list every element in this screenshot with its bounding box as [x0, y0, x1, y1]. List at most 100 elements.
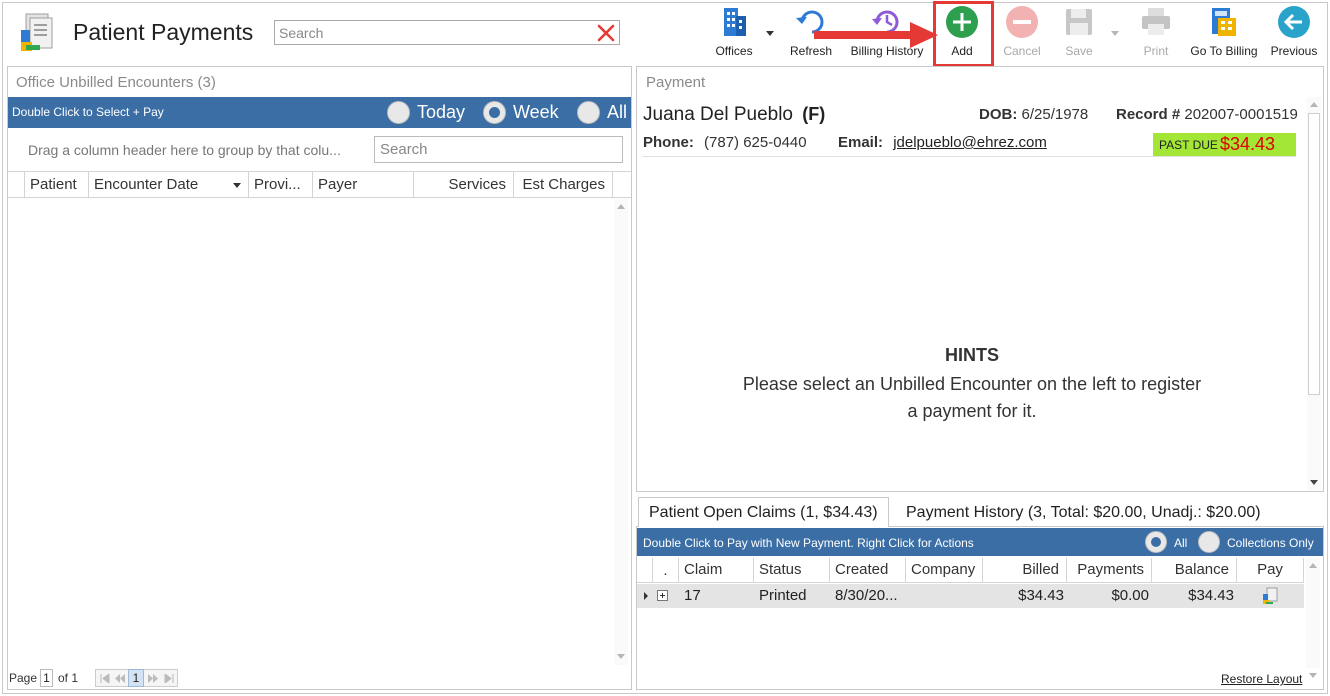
previous-label: Previous [1270, 44, 1318, 58]
col-payer[interactable]: Payer [313, 172, 414, 197]
past-due-label: PAST DUE [1159, 138, 1218, 152]
payment-scroll-up-icon[interactable] [1310, 102, 1318, 107]
payment-panel [636, 66, 1324, 492]
radio-all[interactable] [577, 101, 600, 124]
print-button[interactable]: Print [1134, 4, 1178, 60]
cell-created: 8/30/20... [835, 587, 898, 604]
page-title: Patient Payments [73, 19, 254, 45]
offices-button[interactable]: Offices [710, 4, 758, 60]
payment-scrollbar[interactable] [1307, 97, 1321, 490]
col-services[interactable]: Services [414, 172, 514, 197]
hints-title: HINTS [945, 345, 999, 365]
col-balance[interactable]: Balance [1152, 558, 1237, 582]
radio-all-label: All [607, 102, 628, 122]
col-est-charges[interactable]: Est Charges [514, 172, 613, 197]
past-due-amount: $34.43 [1220, 134, 1276, 154]
first-page-icon[interactable] [100, 674, 110, 683]
tab-patient-open-claims[interactable]: Patient Open Claims (1, $34.43) [638, 497, 889, 527]
printer-icon [1142, 8, 1170, 35]
payment-scroll-thumb[interactable] [1308, 113, 1320, 395]
prev-page-icon[interactable] [115, 674, 125, 683]
scroll-down-icon[interactable] [617, 654, 625, 659]
encounters-search-input[interactable] [375, 137, 622, 162]
sort-down-icon[interactable] [233, 183, 241, 188]
billing-calculator-icon [1212, 8, 1236, 36]
cell-status: Printed [759, 587, 807, 604]
arrow-left-icon [1278, 6, 1310, 38]
save-button[interactable]: Save [1058, 4, 1100, 60]
patient-payments-icon [21, 13, 53, 51]
claims-instruction-text: Double Click to Pay with New Payment. Ri… [643, 536, 974, 550]
col-billed[interactable]: Billed [983, 558, 1067, 582]
claims-grid-header: . Claim Status Created Company Billed Pa… [637, 558, 1304, 583]
pager-of-label: of 1 [58, 671, 79, 685]
save-label: Save [1065, 44, 1093, 58]
pager-page-input[interactable]: 1 [40, 669, 53, 687]
patient-info-divider [642, 156, 1296, 157]
cell-payments: $0.00 [1111, 587, 1149, 604]
col-company[interactable]: Company [906, 558, 983, 582]
radio-today-label: Today [417, 102, 466, 122]
add-highlight-box [933, 1, 994, 67]
col-claim[interactable]: Claim [679, 558, 754, 582]
radio-collections-only[interactable] [1198, 531, 1220, 553]
col-payments[interactable]: Payments [1067, 558, 1152, 582]
col-dot: . [653, 558, 679, 582]
cell-billed: $34.43 [1018, 587, 1064, 604]
claims-scrollbar[interactable] [1306, 558, 1320, 678]
col-provider[interactable]: Provi... [249, 172, 313, 197]
email-label: Email: [838, 134, 884, 151]
table-row[interactable]: 17 Printed 8/30/20... $34.43 $0.00 $34.4… [637, 584, 1304, 608]
pay-claim-icon[interactable] [1262, 587, 1279, 605]
encounters-instruction-bar: Double Click to Select + Pay Today Week … [8, 97, 631, 128]
hints-text: Please select an Unbilled Encounter on t… [742, 374, 1202, 421]
go-to-billing-button[interactable]: Go To Billing [1188, 4, 1260, 60]
col-encounter-date[interactable]: Encounter Date [89, 172, 249, 197]
radio-claims-all[interactable] [1145, 531, 1167, 553]
encounters-scrollbar[interactable] [614, 199, 628, 665]
radio-week-label: Week [513, 102, 559, 122]
offices-label: Offices [715, 44, 753, 58]
next-page-icon[interactable] [148, 674, 158, 683]
email-info: Email: jdelpueblo@ehrez.com [838, 134, 1047, 151]
claims-instruction-bar: Double Click to Pay with New Payment. Ri… [637, 528, 1323, 556]
pager-current-page[interactable]: 1 [128, 669, 144, 687]
pager-navigation: 1 [95, 669, 178, 687]
phone-info: Phone: (787) 625-0440 [643, 134, 807, 151]
claims-indicator-col [637, 558, 653, 582]
radio-today[interactable] [387, 101, 410, 124]
tab-payment-history[interactable]: Payment History (3, Total: $20.00, Unadj… [896, 498, 1271, 528]
patient-name: Juana Del Pueblo (F) [643, 104, 825, 126]
radio-collections-only-label: Collections Only [1227, 536, 1314, 550]
cancel-button[interactable]: Cancel [1000, 4, 1044, 60]
save-dropdown-icon[interactable] [1111, 31, 1119, 36]
encounters-search-field[interactable] [374, 136, 623, 163]
previous-button[interactable]: Previous [1268, 4, 1320, 60]
annotation-arrow-icon [814, 22, 938, 48]
col-created[interactable]: Created [830, 558, 906, 582]
cell-company [911, 584, 981, 608]
cancel-label: Cancel [1003, 44, 1041, 58]
radio-week[interactable] [483, 101, 506, 124]
offices-dropdown-icon[interactable] [766, 31, 774, 36]
search-field[interactable] [274, 20, 620, 45]
record-value: 202007-0001519 [1184, 106, 1298, 123]
clear-search-icon[interactable] [595, 22, 617, 44]
scroll-up-icon[interactable] [617, 204, 625, 209]
payment-scroll-down-icon[interactable] [1310, 480, 1318, 485]
restore-layout-link[interactable]: Restore Layout [1221, 672, 1302, 686]
expand-row-icon[interactable] [657, 590, 668, 601]
last-page-icon[interactable] [164, 674, 174, 683]
encounters-instruction-text: Double Click to Select + Pay [12, 105, 164, 119]
dob-info: DOB: 6/25/1978 [979, 106, 1088, 123]
col-pay: Pay [1237, 558, 1304, 582]
email-link[interactable]: jdelpueblo@ehrez.com [893, 134, 1047, 151]
claims-scroll-down-icon[interactable] [1309, 673, 1317, 678]
phone-label: Phone: [643, 134, 694, 151]
col-status[interactable]: Status [754, 558, 830, 582]
col-patient[interactable]: Patient [25, 172, 89, 197]
claims-scroll-up-icon[interactable] [1309, 563, 1317, 568]
search-input[interactable] [275, 21, 585, 44]
unbilled-encounters-caption: Office Unbilled Encounters (3) [16, 74, 216, 91]
payment-caption: Payment [646, 74, 706, 91]
